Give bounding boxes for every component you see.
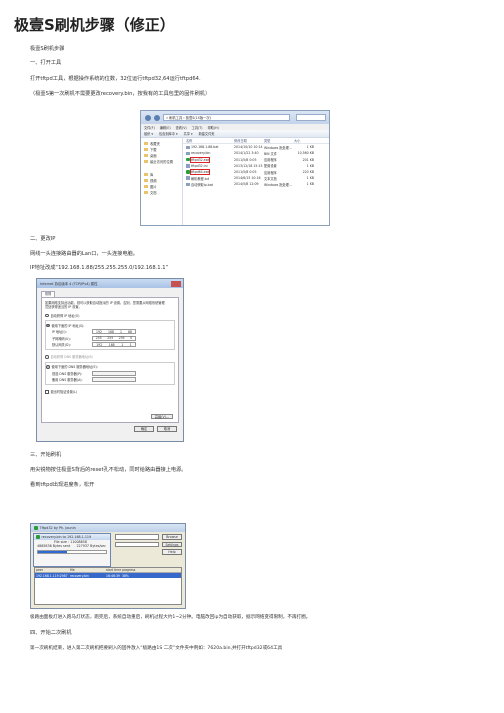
step1-note: （极壹S第一次刷机不需要更改recovery.bin，按我有的工具包里的固件刷机… [30,91,211,97]
auto-ip-radio[interactable]: 自动获得 IP 地址(O) [45,312,175,318]
step1-text: 打开tftpd工具，根据操作系统的位数，32位运行tftpd32,64运行tft… [30,76,201,82]
checkbox-icon [45,390,49,394]
directory-field[interactable] [115,534,159,540]
step2-ip: IP地址改成“192.168.1.88/255.255.255.0/192.16… [30,265,169,271]
back-icon[interactable] [145,114,151,121]
file-list: 名称 修改日期 类型 大小 192.168.1.88.bat 2014/10/10… [183,138,329,225]
step4-heading: 四、开始二次刷机 [30,630,72,636]
star-icon [144,141,148,145]
tftpd-titlebar: Tftpd32 by Ph. Jounin [31,524,185,532]
step3-heading: 三、开始刷机 [30,452,62,458]
cancel-button[interactable]: 取消 [157,426,177,432]
step3-text: 用尖锐物按住极壹S背后的reset孔不松动，同时给路由器接上电源。 [30,467,187,473]
explorer-toolbar: 组织 ▾ 包含到库中 ▾ 共享 ▾ 新建文件夹 [141,130,329,138]
dialog-titlebar: Internet 协议版本 4 (TCP/IPv4) 属性 [37,279,183,288]
folder-icon [144,178,148,182]
exe-file-icon [186,157,190,162]
sidebar-item-documents[interactable]: 文档 [141,190,182,196]
ip-address-field[interactable]: 192 168 1 88 [92,329,136,335]
browse-button[interactable]: Browse [162,534,182,540]
forward-icon[interactable] [154,114,160,121]
radio-icon [45,313,49,318]
menu-edit[interactable]: 编辑(E) [160,125,171,130]
library-icon [144,172,148,176]
column-size[interactable]: 大小 [294,138,314,143]
validate-checkbox[interactable]: 退出时验证设置(L) [45,389,175,395]
dialog-panel: 如果网络支持此功能，则可以获取自动指派的 IP 设置。否则，您需要从网络系统管理… [41,297,179,423]
menu-tools[interactable]: 工具(T) [192,125,203,130]
search-input[interactable] [296,114,326,121]
folder-icon [144,153,148,157]
progress-fill [38,550,67,553]
share-button[interactable]: 共享 ▾ [184,131,193,136]
bat-file-icon [186,145,190,150]
step3-result: 极路由面板灯进入跑马灯状态，跑完后，系统自动重启，刷机过程大约1~2分钟。电脑改… [30,615,311,620]
explorer-screenshot: « 刷机工具 › 极壹S(1S版一次) 文件(F) 编辑(E) 查看(V) 工具… [140,110,330,226]
ipv4-dialog-screenshot: Internet 协议版本 4 (TCP/IPv4) 属性 常规 如果网络支持此… [36,278,184,442]
radio-selected-icon [46,323,50,328]
settings-button[interactable]: Settings [162,541,182,547]
address-field[interactable]: « 刷机工具 › 极壹S(1S版一次) [163,114,290,121]
server-interface-field[interactable] [115,541,159,547]
folder-icon [144,184,148,188]
folder-icon [144,147,148,151]
subnet-mask-field[interactable]: 255 255 255 0 [92,335,136,341]
explorer-sidebar: 收藏夹 下载 桌面 最近访问的位置 库 视频 图片 文档 [141,138,183,225]
bat-file-icon [186,182,190,187]
organize-button[interactable]: 组织 ▾ [144,131,153,136]
bin-file-icon [186,151,190,156]
step2-heading: 二、更改IP [30,236,56,242]
exe-file-icon [186,170,190,174]
auto-dns-radio[interactable]: 自动获得 DNS 服务器地址(B) [45,354,175,360]
tftpd-app-icon [34,526,38,530]
new-folder-button[interactable]: 新建文件夹 [199,131,215,136]
ok-button[interactable]: 确定 [134,426,154,432]
transfer-progress-bar [37,549,107,554]
preferred-dns-field[interactable] [92,370,136,376]
menu-help[interactable]: 帮助(H) [207,125,218,130]
dialog-description: 如果网络支持此功能，则可以获取自动指派的 IP 设置。否则，您需要从网络系统管理… [45,301,165,310]
radio-icon [45,355,49,359]
ini-file-icon [186,164,190,168]
column-type[interactable]: 类型 [264,138,294,143]
step3-text-2: 看到tftpd出现进度条，松开 [30,482,95,488]
menu-file[interactable]: 文件(F) [144,125,155,130]
transfer-icon [36,535,40,539]
bytes-sent-text: 4865836 Bytes sent [37,544,71,549]
intro-text: 极壹S刷机步骤 [30,46,65,52]
step2-text: 网线一头连接路由器的Lan口，一头连接电脑。 [30,251,138,257]
explorer-addressbar: « 刷机工具 › 极壹S(1S版一次) [141,111,329,124]
table-row[interactable]: 192.168.1.119:2987 recovery.bin 16:46:39 38… [35,573,181,578]
transfer-list: peer file start time progress 192.168.1.119… [34,567,182,605]
radio-selected-icon [46,365,50,369]
step4-text: 第一次刷机结束，进入第二次刷机把要刷入的固件放入“极路由1S 二次”文件夹中例如… [30,646,283,651]
menu-view[interactable]: 查看(V) [176,125,187,130]
page-title: 极壹S刷机步骤（修正） [14,16,175,34]
column-date[interactable]: 修改日期 [234,138,264,143]
tftpd-screenshot: Tftpd32 by Ph. Jounin Browse Settings He… [30,523,186,609]
gateway-field[interactable]: 192 168 1 1 [92,342,136,348]
close-icon[interactable] [171,280,181,287]
alternate-dns-field[interactable] [92,377,136,383]
step1-heading: 一、打开工具 [30,60,62,66]
include-library-button[interactable]: 包含到库中 ▾ [159,131,178,136]
txt-file-icon [186,176,190,180]
rate-text: 227937 Bytes/sec [76,544,106,549]
help-button[interactable]: Help [162,549,182,555]
folder-icon [144,160,148,164]
folder-icon [144,191,148,195]
advanced-button[interactable]: 高级(V)... [150,413,173,419]
column-name[interactable]: 名称 [186,138,234,143]
file-row[interactable]: 自动获取ip.bat 2014/5/8 12:09 Windows 批处理... 1 … [183,181,329,187]
transfer-popup: recovery.bin to 192.168.1.119 File size … [33,533,111,567]
